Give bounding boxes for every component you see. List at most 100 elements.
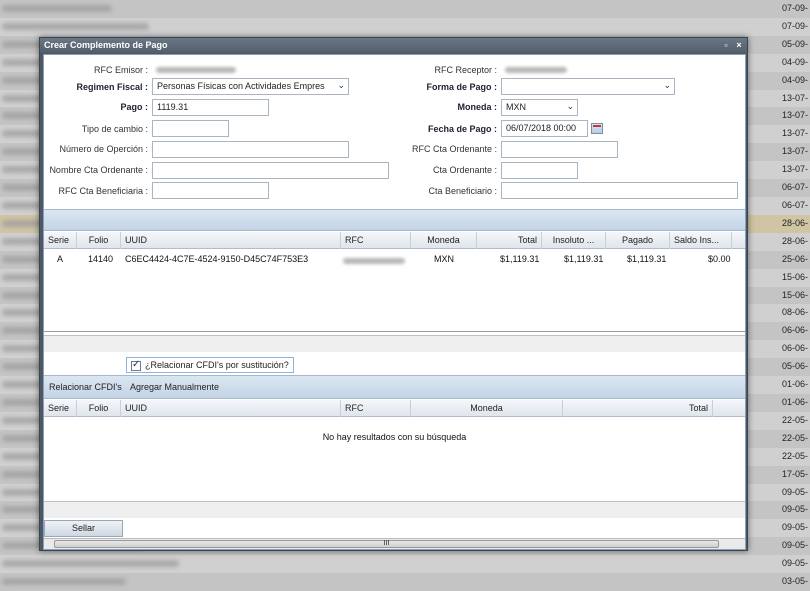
tab-relacionar-cfdis[interactable]: Relacionar CFDI's (49, 382, 122, 392)
toolbar-band (44, 209, 745, 231)
moneda-select[interactable]: MXN ⌄ (501, 99, 578, 116)
list-item-date: 28-06- (781, 217, 808, 228)
forma-pago-select[interactable]: ⌄ (501, 78, 675, 95)
cell-insoluto: $1,119.31 (564, 254, 604, 264)
list-item[interactable]: 07-09- (0, 0, 810, 18)
blurred-text (2, 22, 149, 30)
cta-ordenante-label: Cta Ordenante : (432, 165, 497, 175)
list-item-date: 13-07- (781, 164, 808, 175)
list-item-date: 07-09- (781, 3, 808, 13)
relacionar-toolbar: Relacionar CFDI's Agregar Manualmente (44, 375, 745, 399)
sellar-button[interactable]: Sellar (44, 520, 123, 537)
moneda-value: MXN (506, 102, 526, 112)
moneda-label: Moneda : (457, 102, 498, 112)
cell-rfc (343, 255, 405, 265)
col-rfc[interactable]: RFC (341, 400, 411, 417)
relacionar-checkbox-label: ¿Relacionar CFDI's por sustitución? (145, 360, 289, 370)
col-pagado[interactable]: Pagado (606, 232, 670, 249)
col-total[interactable]: Total (477, 232, 542, 249)
rfc-receptor-value (501, 62, 611, 79)
list-item-date: 22-05- (781, 450, 808, 461)
rfc-emisor-value (152, 62, 262, 79)
list-item-date: 06-07- (781, 200, 808, 210)
cta-beneficiario-input[interactable] (501, 182, 738, 199)
numero-operacion-label: Número de Operción : (59, 144, 148, 154)
col-serie[interactable]: Serie (44, 232, 77, 249)
relacionar-checkbox-wrap[interactable]: ¿Relacionar CFDI's por sustitución? (126, 357, 294, 373)
related-grid: Serie Folio UUID RFC Moneda Total No hay… (44, 400, 745, 500)
col-folio[interactable]: Folio (77, 400, 121, 417)
cell-pagado: $1,119.31 (627, 254, 667, 264)
relacionar-checkbox[interactable] (131, 359, 141, 371)
list-item-date: 22-05- (781, 414, 808, 425)
close-icon[interactable]: × (734, 40, 744, 50)
list-item-date: 13-07- (781, 146, 808, 157)
cta-ordenante-input[interactable] (501, 162, 578, 179)
list-item[interactable]: 03-05- (0, 573, 810, 591)
list-item-date: 09-05- (781, 522, 808, 533)
list-item-date: 09-05- (781, 486, 808, 497)
calendar-icon[interactable] (591, 123, 603, 134)
list-item-date: 07-09- (781, 20, 808, 31)
tab-agregar-manualmente[interactable]: Agregar Manualmente (130, 382, 219, 392)
dialog-titlebar[interactable]: Crear Complemento de Pago ▫ × (40, 38, 747, 53)
col-moneda[interactable]: Moneda (411, 232, 477, 249)
pago-input[interactable]: 1119.31 (152, 99, 269, 116)
blurred-text (2, 5, 112, 12)
list-item-date: 17-05- (781, 468, 808, 479)
numero-operacion-input[interactable] (152, 141, 349, 158)
col-moneda[interactable]: Moneda (411, 400, 563, 417)
col-uuid[interactable]: UUID (121, 232, 341, 249)
list-item-date: 15-06- (781, 271, 808, 282)
rfc-cta-ordenante-label: RFC Cta Ordenante : (411, 144, 497, 154)
list-item-date: 28-06- (781, 235, 808, 246)
rfc-cta-beneficiaria-label: RFC Cta Beneficiaria : (58, 186, 148, 196)
maximize-icon[interactable]: ▫ (721, 40, 731, 50)
col-folio[interactable]: Folio (77, 232, 121, 249)
fecha-pago-input[interactable]: 06/07/2018 00:00 (501, 120, 588, 137)
list-item-date: 09-05- (781, 540, 808, 551)
list-item-date: 06-06- (781, 325, 808, 336)
list-item-date: 01-06- (781, 397, 808, 407)
blurred-text (2, 578, 126, 586)
list-item-date: 04-09- (781, 56, 808, 67)
list-item-date: 05-06- (781, 361, 808, 372)
dialog-horizontal-scrollbar[interactable]: III (44, 538, 745, 549)
col-uuid[interactable]: UUID (121, 400, 341, 417)
regimen-fiscal-label: Regimen Fiscal : (76, 82, 148, 92)
rfc-receptor-label: RFC Receptor : (434, 65, 497, 75)
scrollbar-thumb[interactable]: III (54, 540, 719, 548)
rfc-emisor-label: RFC Emisor : (94, 65, 148, 75)
list-item-date: 06-06- (781, 343, 808, 354)
related-grid-scrollbar[interactable] (44, 501, 745, 518)
payments-grid-header: Serie Folio UUID RFC Moneda Total Insolu… (44, 232, 745, 249)
crear-complemento-dialog: Crear Complemento de Pago ▫ × RFC Emisor… (39, 37, 748, 551)
chevron-down-icon: ⌄ (566, 101, 574, 111)
payments-grid: Serie Folio UUID RFC Moneda Total Insolu… (44, 232, 745, 332)
cell-folio: 14140 (88, 254, 114, 264)
list-item-date: 09-05- (781, 558, 808, 569)
regimen-fiscal-select[interactable]: Personas Físicas con Actividades Empres … (152, 78, 349, 95)
nombre-cta-ordenante-label: Nombre Cta Ordenante : (49, 165, 148, 175)
table-row[interactable]: A 14140 C6EC4424-4C7E-4524-9150-D45C74F7… (44, 250, 745, 267)
dialog-title: Crear Complemento de Pago (44, 40, 168, 50)
rfc-cta-ordenante-input[interactable] (501, 141, 618, 158)
tipo-cambio-input[interactable] (152, 120, 229, 137)
col-insoluto[interactable]: Insoluto ... (542, 232, 606, 249)
col-rfc[interactable]: RFC (341, 232, 411, 249)
list-item-date: 03-05- (781, 576, 808, 587)
col-serie[interactable]: Serie (44, 400, 77, 417)
col-total[interactable]: Total (563, 400, 713, 417)
payments-grid-scrollbar[interactable] (44, 335, 745, 352)
cell-saldo: $0.00 (708, 254, 731, 264)
list-item[interactable]: 09-05- (0, 555, 810, 574)
list-item[interactable]: 07-09- (0, 17, 810, 36)
rfc-cta-beneficiaria-input[interactable] (152, 182, 269, 199)
dialog-body: RFC Emisor : Regimen Fiscal : Personas F… (43, 54, 746, 550)
related-grid-header: Serie Folio UUID RFC Moneda Total (44, 400, 745, 417)
list-item-date: 13-07- (781, 128, 808, 139)
list-item-date: 09-05- (781, 504, 808, 515)
list-item-date: 04-09- (781, 74, 808, 85)
nombre-cta-ordenante-input[interactable] (152, 162, 389, 179)
col-saldo[interactable]: Saldo Ins... (670, 232, 732, 249)
